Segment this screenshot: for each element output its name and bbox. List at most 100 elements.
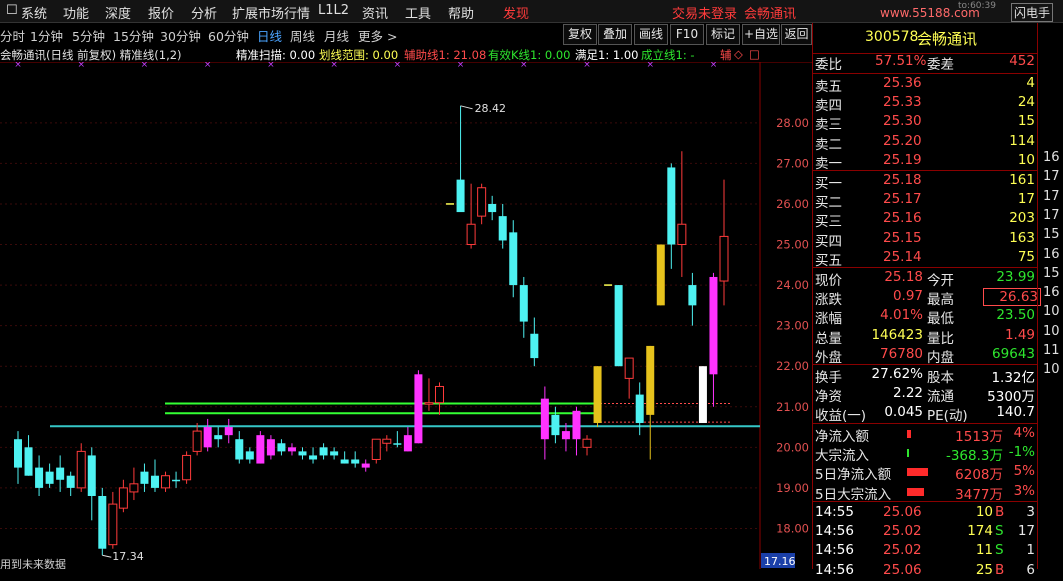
candle-body: [424, 402, 434, 405]
tab-30min[interactable]: 30分钟: [160, 26, 201, 45]
bid-label: 买三: [815, 214, 842, 231]
menu-item-news[interactable]: 资讯: [362, 3, 388, 22]
menu-item-analysis[interactable]: 分析: [191, 3, 217, 22]
tick-time: 14:56: [815, 542, 854, 559]
menu-item-discover[interactable]: 发现: [503, 3, 529, 22]
share-label: 股本: [927, 370, 954, 386]
tab-60min[interactable]: 60分钟: [208, 26, 249, 45]
candle-body: [76, 450, 86, 489]
tab-timeshare[interactable]: 分时: [0, 26, 25, 45]
candle-body: [382, 438, 392, 444]
flow-bar: [907, 449, 909, 458]
stat-label: 现价: [815, 273, 842, 289]
stat-label: 最低: [927, 311, 954, 328]
candle-body: [245, 451, 254, 460]
tick-volume: 174: [967, 523, 993, 540]
tab-weekly[interactable]: 周线: [290, 26, 315, 45]
signal-mark: ×: [710, 62, 718, 70]
ask-label: 卖四: [815, 98, 842, 115]
overlay-button[interactable]: 叠加: [598, 24, 632, 45]
diamond-icon[interactable]: ◇: [734, 47, 743, 61]
stat-value: 76780: [880, 345, 923, 362]
menu-item-function[interactable]: 功能: [63, 3, 89, 22]
tab-more[interactable]: 更多 >: [358, 26, 397, 45]
signal-mark: ×: [14, 62, 22, 70]
y-tick-label: 23.00: [776, 319, 809, 333]
share-label: 流通: [927, 389, 954, 406]
aux-line-value: 辅助线1: 21.08: [404, 48, 487, 62]
menu-item-extended-market[interactable]: 扩展市场行情: [232, 3, 310, 22]
tick-price: 25.06: [883, 561, 922, 578]
share-value: 0.045: [884, 404, 923, 421]
candle-body: [635, 394, 644, 423]
candle-body: [161, 475, 171, 489]
menu-item-system[interactable]: 系统: [21, 3, 47, 22]
signal-mark: ×: [583, 62, 591, 70]
edge-value: 17: [1043, 169, 1060, 185]
flow-pct: 3%: [1013, 482, 1035, 499]
f10-button[interactable]: F10: [670, 24, 704, 45]
ask-label: 卖三: [815, 117, 842, 134]
candle-body: [688, 285, 697, 306]
tick-price: 25.02: [883, 542, 922, 559]
bid-price: 25.17: [883, 191, 922, 208]
flash-trade-button[interactable]: 闪电手: [1011, 3, 1054, 22]
tick-volume: 10: [975, 504, 993, 520]
tick-price: 25.02: [883, 523, 922, 540]
bid-volume: 75: [1017, 248, 1035, 265]
menu-item-tools[interactable]: 工具: [405, 3, 431, 22]
window-icon[interactable]: □: [749, 47, 760, 61]
flow-value: 3477万: [955, 486, 1003, 503]
low-label: 17.34: [112, 550, 144, 563]
add-watchlist-button[interactable]: +自选: [742, 24, 780, 45]
mark-button[interactable]: 标记: [706, 24, 740, 45]
y-tick-label: 28.00: [776, 116, 809, 130]
flow-pct: -1%: [1008, 444, 1035, 461]
share-label: 换手: [815, 370, 842, 386]
indicator-info-bar: 会畅通讯(日线 前复权) 精准线(1,2) 精准扫描: 0.00 划线范围: 0…: [0, 46, 812, 62]
draw-line-button[interactable]: 画线: [634, 24, 668, 45]
share-label: PE(动): [927, 408, 968, 425]
tick-side: S: [995, 542, 1004, 559]
candle-body: [667, 167, 676, 245]
menu-item-help[interactable]: 帮助: [448, 3, 474, 22]
tab-5min[interactable]: 5分钟: [72, 26, 105, 45]
flow-bar: [907, 487, 924, 496]
tab-15min[interactable]: 15分钟: [113, 26, 154, 45]
signal-mark: ×: [394, 62, 402, 70]
candlestick-chart[interactable]: 28.00 27.00 26.00 25.00 24.00 23.00 22.00 21.00…: [0, 62, 812, 569]
candle-body: [698, 366, 707, 423]
back-button[interactable]: 返回: [781, 24, 812, 45]
candle-body: [277, 443, 286, 452]
menu-item-l1l2[interactable]: L1L2: [318, 3, 349, 18]
y-tick-label: 25.00: [776, 238, 809, 252]
y-tick-label: 26.00: [776, 197, 809, 211]
candle-body: [572, 410, 581, 440]
tab-1min[interactable]: 1分钟: [30, 26, 63, 45]
candle-body: [266, 439, 275, 456]
menu-item-quote[interactable]: 报价: [148, 3, 174, 22]
menu-system-icon[interactable]: ☐: [6, 3, 18, 18]
ask-volume: 15: [1017, 113, 1035, 130]
stat-label: 外盘: [815, 349, 842, 366]
stat-label: 量比: [927, 330, 954, 347]
edge-value: 10: [1043, 304, 1060, 320]
stat-value: 69643: [992, 345, 1035, 362]
candle-body: [330, 451, 339, 456]
y-tick-label: 19.00: [776, 481, 809, 495]
login-status[interactable]: 交易未登录: [672, 3, 737, 22]
bid-volume: 17: [1017, 191, 1035, 208]
tab-monthly[interactable]: 月线: [324, 26, 349, 45]
candle-body: [56, 467, 65, 480]
menu-item-depth[interactable]: 深度: [105, 3, 131, 22]
candle-body: [235, 439, 244, 460]
restore-rights-button[interactable]: 复权: [563, 24, 597, 45]
ask-volume: 114: [1009, 132, 1035, 149]
candle-body: [403, 435, 412, 452]
candle-body: [509, 232, 518, 286]
candle-body: [182, 454, 192, 481]
candle-body: [540, 398, 549, 440]
stat-value: 4.01%: [880, 307, 923, 324]
tab-daily[interactable]: 日线: [257, 26, 282, 45]
share-value: 140.7: [996, 404, 1035, 421]
